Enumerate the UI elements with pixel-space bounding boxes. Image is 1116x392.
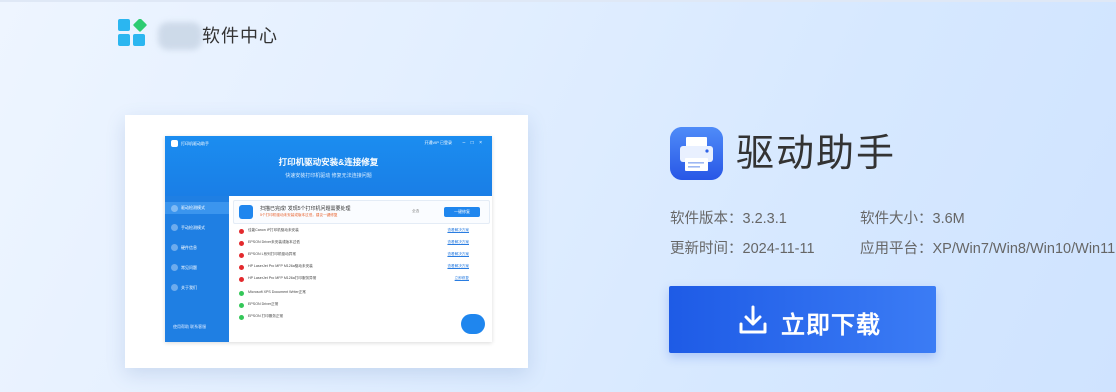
sidebar-item-icon [171, 224, 178, 231]
size-label: 软件大小：3.6M [860, 211, 965, 227]
window-controls: – □ × [462, 140, 484, 146]
printer-app-icon [670, 127, 723, 180]
check-icon [239, 291, 244, 296]
brand-title[interactable]: 软件中心 [202, 22, 278, 48]
app-banner-subtitle: 快速安装打印机驱动 修复无法连接问题 [285, 173, 372, 179]
app-window-title: 打印机驱动助手 [181, 141, 209, 146]
app-main-panel: 扫描已完成! 发现5个打印机问题需要处理 5个打印机驱动未安装或版本过低，建议一… [229, 196, 492, 342]
version-label: 软件版本：3.2.3.1 [670, 211, 787, 227]
list-item: HP LaserJet Pro MFP M126a驱动未安装 查看解决方案 [239, 264, 479, 272]
scan-title: 扫描已完成! 发现5个打印机问题需要处理 [260, 206, 351, 212]
sidebar-item-icon [171, 284, 178, 291]
error-icon [239, 241, 244, 246]
scan-result-box: 扫描已完成! 发现5个打印机问题需要处理 5个打印机驱动未安装或版本过低，建议一… [233, 200, 490, 224]
screenshot-app-window: 打印机驱动助手 开通VIP 已登录 – □ × 打印机驱动安装&连接修复 快速安… [165, 136, 492, 342]
check-icon [239, 315, 244, 320]
app-titlebar: 打印机驱动助手 开通VIP 已登录 – □ × 打印机驱动安装&连接修复 快速安… [165, 136, 492, 196]
brand-name-blurred [158, 22, 202, 50]
sidebar-item: 常见问题 [171, 264, 197, 271]
error-icon [239, 253, 244, 258]
update-time-label: 更新时间：2024-11-11 [670, 241, 815, 257]
fix-all-button: 一键修复 [444, 207, 480, 217]
sidebar-footer: 使用帮助 联系客服 [173, 324, 207, 329]
check-icon [239, 303, 244, 308]
list-item: EPSON 打印服务正常 [239, 314, 479, 322]
app-logo-icon [171, 140, 178, 147]
list-item: EPSON L系列打印机驱动异常 查看解决方案 [239, 252, 479, 260]
product-title: 驱动助手 [736, 133, 897, 175]
list-item: EPSON Driver正常 [239, 302, 479, 310]
sidebar-item: 手动检测模式 [171, 224, 205, 231]
select-all-checkbox: 全选 [412, 209, 420, 213]
platform-label: 应用平台：XP/Win7/Win8/Win10/Win11 [860, 241, 1116, 257]
sidebar-item-icon [171, 244, 178, 251]
scan-note: 5个打印机驱动未安装或版本过低，建议一键修复 [260, 213, 338, 217]
app-banner-title: 打印机驱动安装&连接修复 [278, 157, 379, 167]
top-divider [0, 0, 1116, 2]
sidebar-item-icon [171, 204, 178, 212]
error-icon [239, 265, 244, 270]
printer-icon [239, 205, 253, 219]
sidebar-item-icon [171, 264, 178, 271]
list-item: EPSON Driver未安装或版本过低 查看解决方案 [239, 240, 479, 248]
sidebar-item: 关于我们 [171, 284, 197, 291]
list-item: HP LaserJet Pro MFP M126a打印服务异常 立即修复 [239, 276, 479, 284]
error-icon [239, 229, 244, 234]
app-login-status: 开通VIP 已登录 [424, 140, 453, 145]
download-button-label: 立即下载 [781, 312, 881, 339]
error-icon [239, 277, 244, 282]
download-button[interactable]: 立即下载 [669, 286, 936, 353]
list-item: Microsoft XPS Document Writer正常 [239, 290, 479, 298]
app-sidebar: 驱动检测模式 手动检测模式 硬件信息 常见问题 关于我们 使用帮助 联系客服 [165, 196, 229, 342]
sidebar-item: 硬件信息 [171, 244, 197, 251]
app-store-logo-icon[interactable] [118, 19, 148, 47]
cloud-service-icon [461, 314, 485, 334]
sidebar-item: 驱动检测模式 [165, 202, 229, 214]
download-icon [739, 305, 767, 334]
list-item: 佳能Canon iP打印机驱动未安装 查看解决方案 [239, 228, 479, 236]
